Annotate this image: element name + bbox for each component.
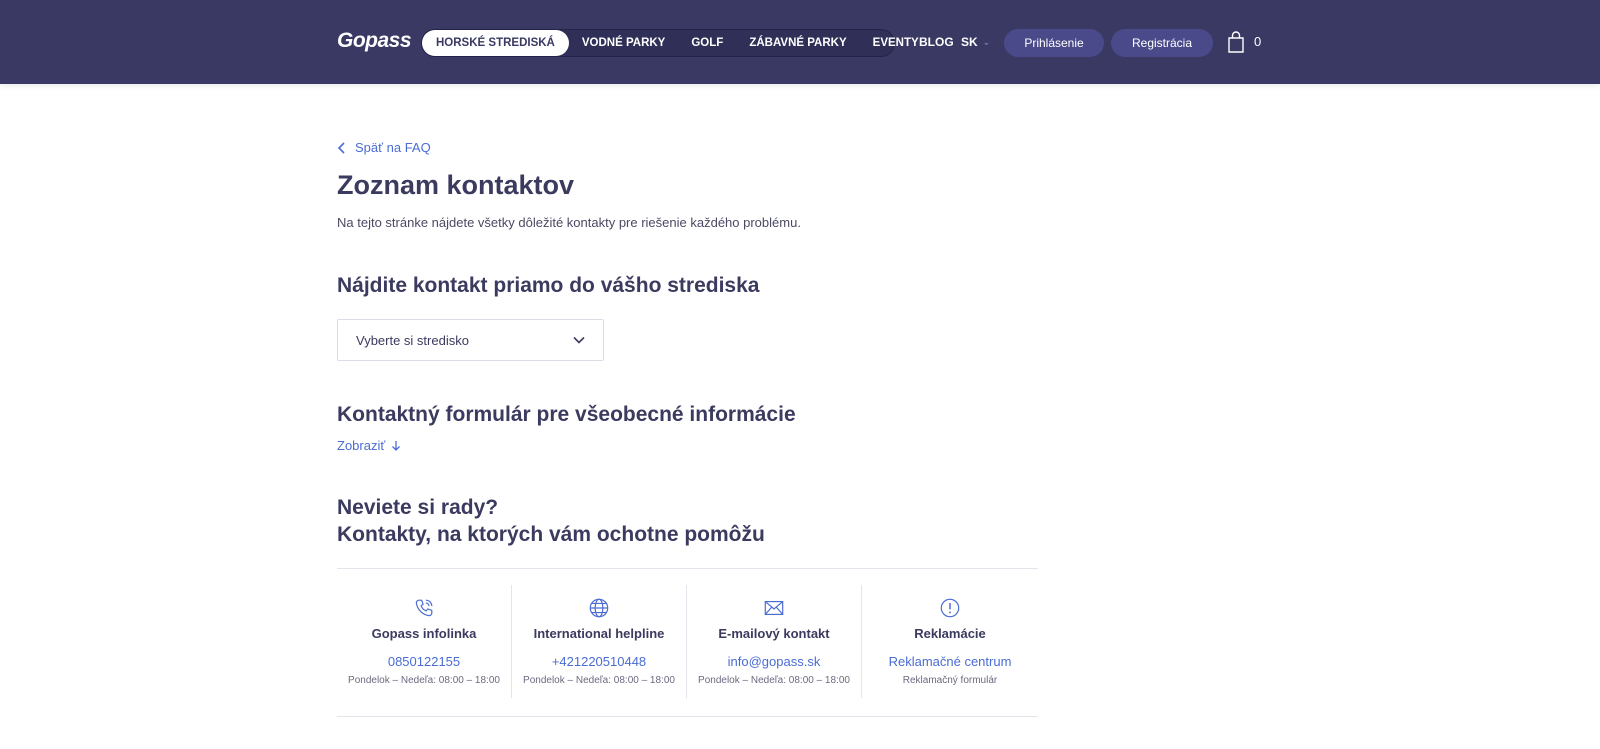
alert-icon	[940, 598, 960, 618]
page-intro: Na tejto stránke nájdete všetky dôležité…	[337, 215, 801, 230]
globe-icon	[589, 598, 609, 618]
phone-icon	[415, 599, 433, 617]
login-button[interactable]: Prihlásenie	[1004, 29, 1104, 57]
infolinka-phone-link[interactable]: 0850122155	[388, 654, 460, 669]
divider	[337, 716, 1038, 717]
cart-count: 0	[1254, 34, 1262, 49]
card-title: International helpline	[533, 626, 665, 641]
complaints-center-link[interactable]: Reklamačné centrum	[889, 654, 1012, 669]
back-link-label: Späť na FAQ	[355, 140, 431, 155]
gopass-logo[interactable]: Gopass	[337, 29, 412, 53]
card-title: E-mailový kontakt	[718, 626, 830, 641]
arrow-down-icon	[392, 440, 401, 451]
complaints-form-link[interactable]: Reklamačný formulár	[903, 675, 997, 686]
contact-card-email: E-mailový kontakt info@gopass.sk Pondelo…	[687, 585, 862, 698]
nav-item-horske-strediska[interactable]: HORSKÉ STREDISKÁ	[422, 30, 569, 56]
resort-contact-heading: Nájdite kontakt priamo do vášho stredisk…	[337, 274, 760, 297]
divider	[337, 568, 1038, 569]
language-label: SK	[961, 35, 978, 49]
card-hours: Pondelok – Nedeľa: 08:00 – 18:00	[698, 675, 850, 686]
contact-card-infolinka: Gopass infolinka 0850122155 Pondelok – N…	[337, 585, 512, 698]
chevron-left-icon	[337, 141, 345, 154]
mail-icon	[764, 600, 784, 616]
contact-card-reklamacie: Reklamácie Reklamačné centrum Reklamačný…	[862, 585, 1038, 698]
help-heading: Neviete si rady? Kontakty, na ktorých vá…	[337, 494, 765, 548]
blog-link[interactable]: BLOG	[919, 35, 954, 49]
site-header: Gopass HORSKÉ STREDISKÁ VODNÉ PARKY GOLF…	[0, 0, 1600, 84]
register-button[interactable]: Registrácia	[1111, 29, 1213, 57]
nav-item-zabavne-parky[interactable]: ZÁBAVNÉ PARKY	[736, 30, 859, 56]
nav-item-golf[interactable]: GOLF	[678, 30, 736, 56]
chevron-down-icon: ⌄	[982, 36, 991, 47]
page-title: Zoznam kontaktov	[337, 170, 575, 200]
card-hours: Pondelok – Nedeľa: 08:00 – 18:00	[523, 675, 675, 686]
nav-item-vodne-parky[interactable]: VODNÉ PARKY	[569, 30, 679, 56]
language-selector[interactable]: SK ⌄	[961, 35, 990, 49]
contact-form-heading: Kontaktný formulár pre všeobecné informá…	[337, 403, 796, 426]
help-heading-line1: Neviete si rady?	[337, 496, 499, 519]
shopping-bag-icon[interactable]	[1227, 31, 1245, 53]
card-title: Reklamácie	[914, 626, 986, 641]
resort-select[interactable]: Vyberte si stredisko	[337, 319, 604, 361]
card-hours: Pondelok – Nedeľa: 08:00 – 18:00	[348, 675, 500, 686]
contact-card-international: International helpline +421220510448 Pon…	[512, 585, 687, 698]
email-link[interactable]: info@gopass.sk	[728, 654, 821, 669]
contact-cards: Gopass infolinka 0850122155 Pondelok – N…	[337, 585, 1038, 698]
chevron-down-icon	[573, 336, 585, 344]
show-form-link[interactable]: Zobraziť	[337, 438, 401, 453]
international-phone-link[interactable]: +421220510448	[552, 654, 646, 669]
resort-select-value: Vyberte si stredisko	[356, 332, 469, 348]
main-navigation: HORSKÉ STREDISKÁ VODNÉ PARKY GOLF ZÁBAVN…	[421, 29, 919, 57]
back-to-faq-link[interactable]: Späť na FAQ	[337, 140, 431, 155]
help-heading-line2: Kontakty, na ktorých vám ochotne pomôžu	[337, 523, 765, 546]
card-title: Gopass infolinka	[371, 626, 477, 641]
show-form-label: Zobraziť	[337, 438, 386, 453]
